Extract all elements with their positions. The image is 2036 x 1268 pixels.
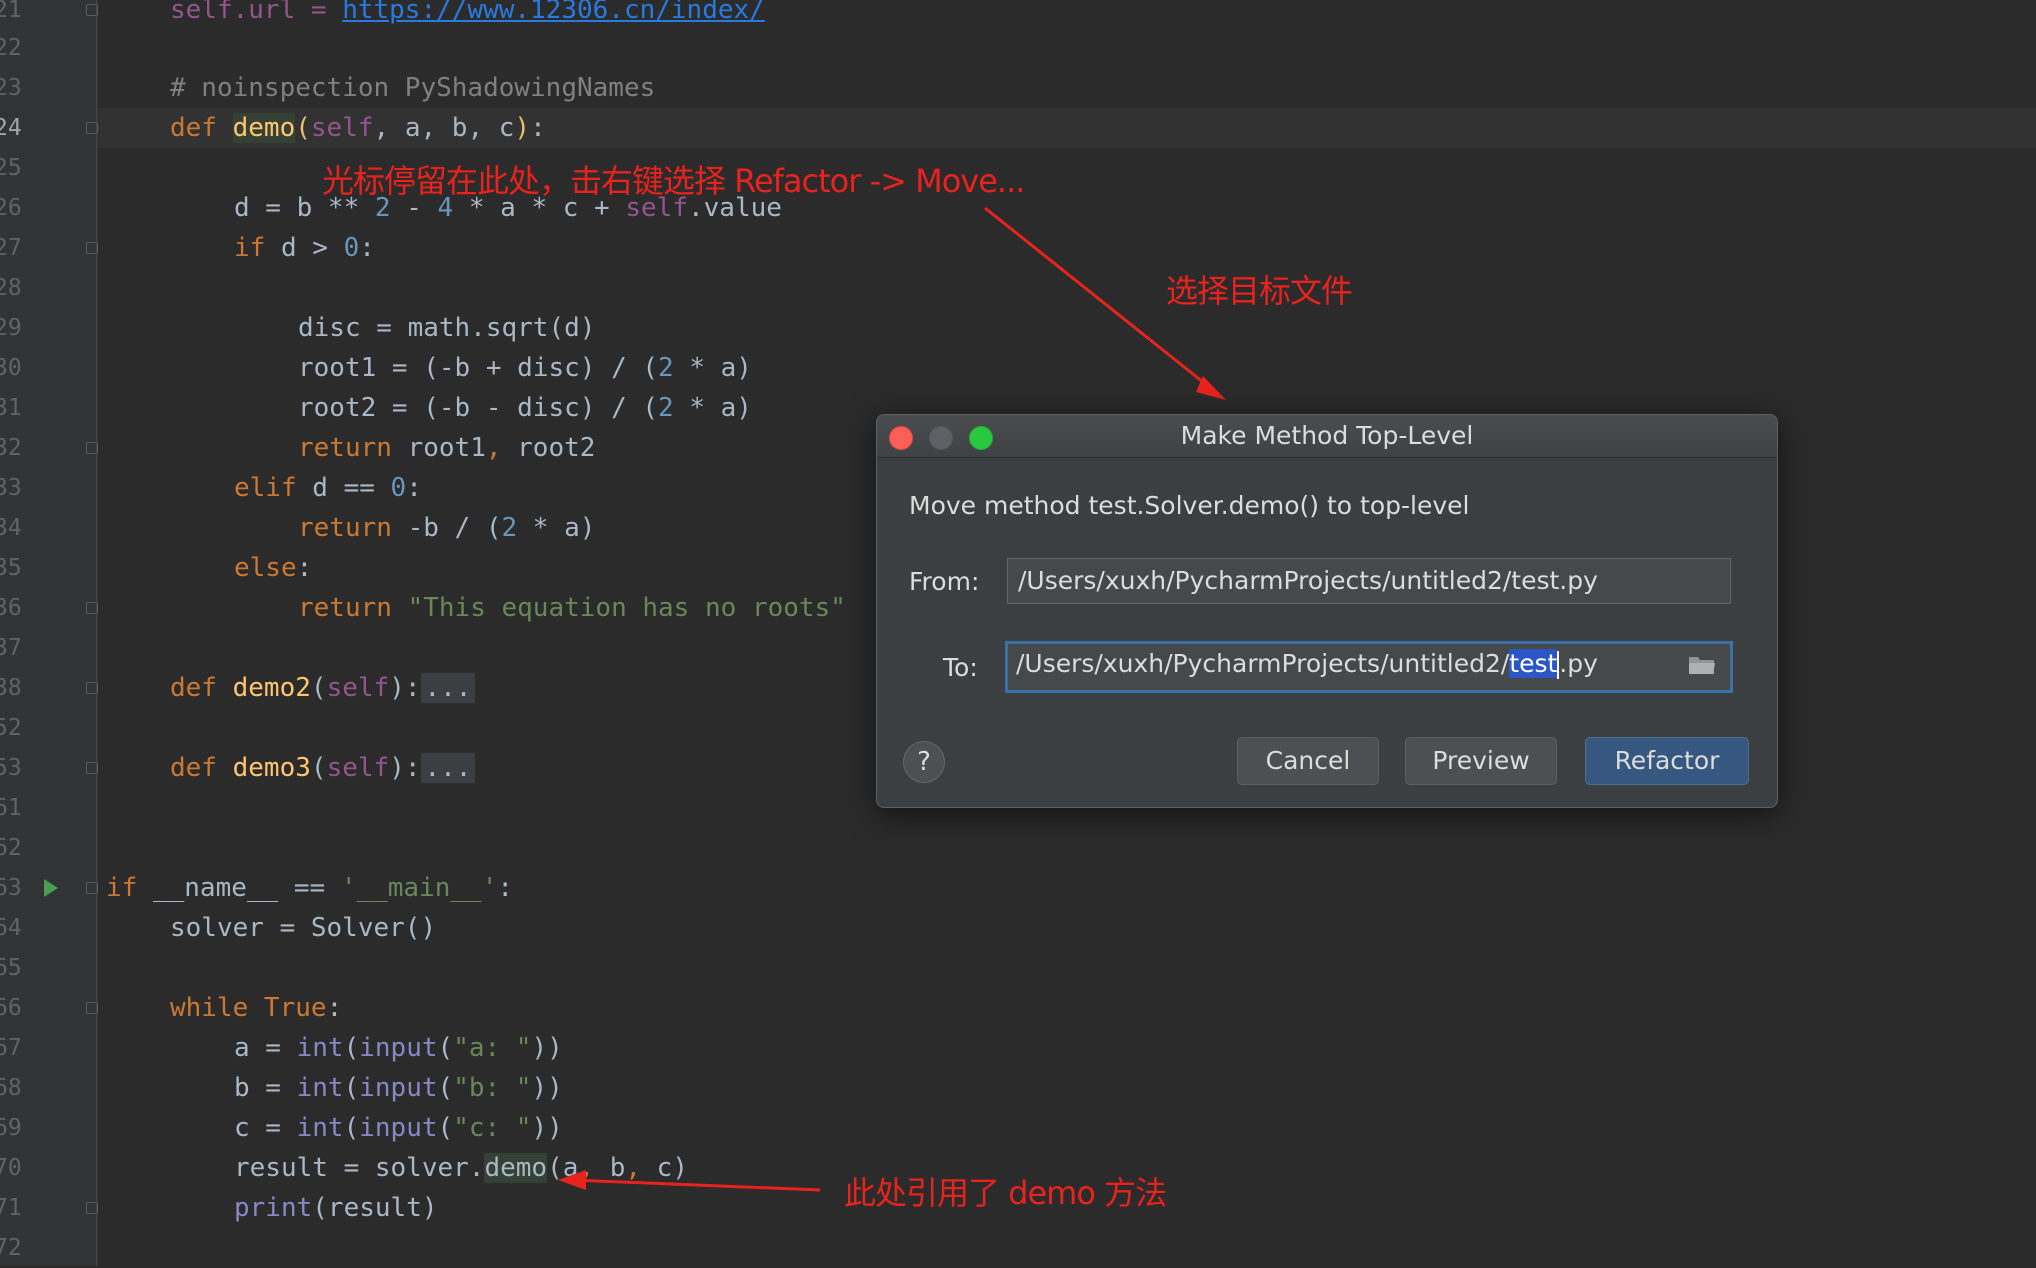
annotation-target-note: 选择目标文件 xyxy=(1166,272,1353,310)
from-field[interactable]: /Users/xuxh/PycharmProjects/untitled2/te… xyxy=(1007,558,1731,604)
to-field-prefix: /Users/xuxh/PycharmProjects/untitled2/ xyxy=(1016,649,1510,678)
from-label: From: xyxy=(909,567,980,596)
preview-button[interactable]: Preview xyxy=(1405,737,1557,785)
to-field-selection: test xyxy=(1509,649,1558,678)
to-field[interactable]: /Users/xuxh/PycharmProjects/untitled2/te… xyxy=(1005,641,1733,693)
help-icon[interactable]: ? xyxy=(903,741,945,783)
annotation-usage-note: 此处引用了 demo 方法 xyxy=(844,1174,1167,1212)
to-field-suffix: .py xyxy=(1559,649,1598,678)
cancel-button[interactable]: Cancel xyxy=(1237,737,1379,785)
refactor-button[interactable]: Refactor xyxy=(1585,737,1749,785)
annotation-arrow-icon xyxy=(558,1170,586,1190)
dialog-message: Move method test.Solver.demo() to top-le… xyxy=(909,491,1470,520)
annotation-cursor-note: 光标停留在此处，击右键选择 Refactor -> Move... xyxy=(322,162,1025,200)
make-method-top-level-dialog: Make Method Top-Level Move method test.S… xyxy=(876,414,1778,808)
annotation-arrow-icon xyxy=(571,1178,821,1192)
to-label: To: xyxy=(943,653,978,682)
dialog-title: Make Method Top-Level xyxy=(1180,421,1474,450)
dialog-titlebar[interactable]: Make Method Top-Level xyxy=(877,415,1777,458)
folder-browse-icon[interactable] xyxy=(1688,654,1716,676)
